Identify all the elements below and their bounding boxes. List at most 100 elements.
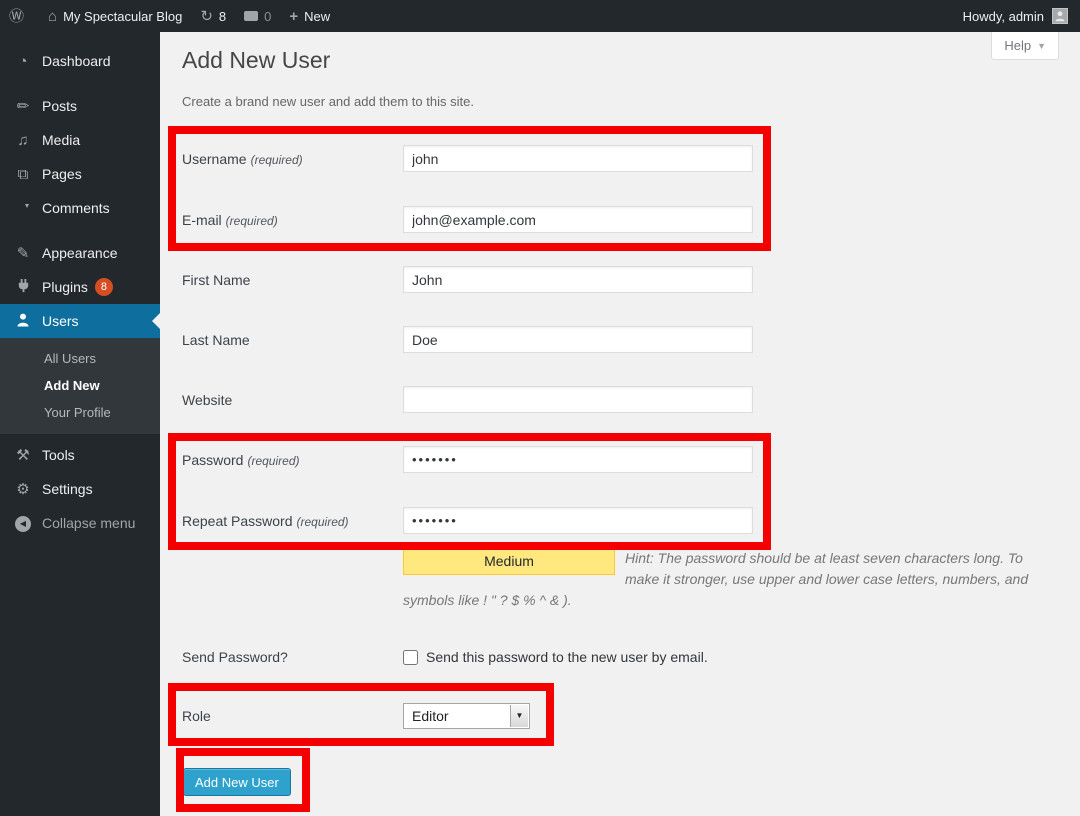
role-row: Role Editor ▼	[182, 702, 530, 729]
comments-link[interactable]: 0	[235, 0, 280, 32]
updates-icon: ↻	[200, 9, 213, 24]
sidebar-item-pages[interactable]: ⧉ Pages	[0, 157, 160, 191]
collapse-menu-label: Collapse menu	[42, 515, 135, 531]
sidebar-item-label: Appearance	[42, 245, 118, 261]
sidebar-item-tools[interactable]: ⚒ Tools	[0, 438, 160, 472]
select-arrow-icon: ▼	[510, 705, 528, 727]
username-row: Username(required)	[182, 145, 753, 172]
last-name-label: Last Name	[182, 332, 403, 348]
add-new-user-button[interactable]: Add New User	[183, 768, 291, 796]
submenu-item-add-new[interactable]: Add New	[0, 372, 160, 399]
sidebar-item-label: Dashboard	[42, 53, 111, 69]
username-input[interactable]	[403, 145, 753, 172]
sidebar-item-label: Users	[42, 313, 79, 329]
username-label: Username(required)	[182, 151, 403, 167]
sidebar-item-appearance[interactable]: ✎ Appearance	[0, 236, 160, 270]
page-title: Add New User	[182, 47, 330, 74]
chevron-down-icon: ▼	[1037, 41, 1046, 51]
comments-count: 0	[264, 9, 271, 24]
dashboard-icon: ◔	[12, 54, 34, 69]
site-name-link[interactable]: ⌂ My Spectacular Blog	[39, 0, 191, 32]
user-avatar[interactable]	[1052, 8, 1068, 24]
first-name-label: First Name	[182, 272, 403, 288]
send-password-row: Send Password? Send this password to the…	[182, 647, 708, 667]
updates-count: 8	[219, 9, 226, 24]
wordpress-logo-icon: Ⓦ	[9, 9, 24, 24]
person-icon	[1054, 10, 1066, 22]
required-note: (required)	[247, 454, 299, 468]
required-note: (required)	[297, 515, 349, 529]
main-content: Help ▼ Add New User Create a brand new u…	[160, 32, 1080, 816]
help-label: Help	[1004, 38, 1031, 53]
plugins-update-badge: 8	[95, 278, 113, 296]
first-name-row: First Name	[182, 266, 753, 293]
role-label: Role	[182, 708, 403, 724]
password-row: Password(required)	[182, 446, 753, 473]
sidebar-item-users[interactable]: Users	[0, 304, 160, 338]
sidebar-item-plugins[interactable]: Plugins 8	[0, 270, 160, 304]
submenu-item-your-profile[interactable]: Your Profile	[0, 399, 160, 426]
media-icon: ♫	[12, 133, 34, 148]
collapse-arrow-icon: ◀	[12, 514, 34, 532]
pages-icon: ⧉	[12, 167, 34, 182]
password-input[interactable]	[403, 446, 753, 473]
sidebar-item-label: Media	[42, 132, 80, 148]
sidebar-item-dashboard[interactable]: ◔ Dashboard	[0, 44, 160, 78]
sidebar-item-settings[interactable]: ⚙ Settings	[0, 472, 160, 506]
sidebar-item-label: Comments	[42, 200, 110, 216]
website-label: Website	[182, 392, 403, 408]
user-icon	[12, 312, 34, 331]
role-select[interactable]: Editor ▼	[403, 703, 530, 729]
new-label: New	[304, 9, 330, 24]
plugin-icon	[12, 278, 34, 296]
required-note: (required)	[251, 153, 303, 167]
first-name-input[interactable]	[403, 266, 753, 293]
sidebar-item-comments[interactable]: Comments	[0, 191, 160, 225]
wordpress-logo-menu[interactable]: Ⓦ	[0, 0, 39, 32]
submenu-item-all-users[interactable]: All Users	[0, 345, 160, 372]
help-button[interactable]: Help ▼	[991, 32, 1059, 60]
repeat-password-input[interactable]	[403, 507, 753, 534]
pushpin-icon: ✏	[12, 99, 34, 114]
sidebar-item-label: Plugins	[42, 279, 88, 295]
sidebar-item-label: Settings	[42, 481, 93, 497]
last-name-input[interactable]	[403, 326, 753, 353]
sidebar-item-label: Posts	[42, 98, 77, 114]
page-subtitle: Create a brand new user and add them to …	[182, 94, 474, 109]
users-submenu: All Users Add New Your Profile	[0, 338, 160, 434]
current-item-arrow	[144, 313, 160, 329]
repeat-password-row: Repeat Password(required)	[182, 507, 753, 534]
wrench-icon: ⚒	[12, 448, 34, 463]
updates-link[interactable]: ↻ 8	[191, 0, 235, 32]
password-strength-area: Medium Hint: The password should be at l…	[403, 548, 1043, 611]
repeat-password-label: Repeat Password(required)	[182, 513, 403, 529]
comments-bubble-icon	[244, 11, 258, 21]
password-strength-meter: Medium	[403, 548, 615, 575]
home-icon: ⌂	[48, 9, 57, 24]
email-row: E-mail(required)	[182, 206, 753, 233]
sidebar-item-label: Tools	[42, 447, 75, 463]
email-label: E-mail(required)	[182, 212, 403, 228]
new-content-menu[interactable]: + New	[280, 0, 339, 32]
brush-icon: ✎	[12, 246, 34, 261]
howdy-account-link[interactable]: Howdy, admin	[963, 9, 1044, 24]
site-name-label: My Spectacular Blog	[63, 9, 182, 24]
sidebar-item-media[interactable]: ♫ Media	[0, 123, 160, 157]
role-selected-value: Editor	[412, 708, 449, 724]
admin-bar: Ⓦ ⌂ My Spectacular Blog ↻ 8 0 + New Howd…	[0, 0, 1080, 32]
admin-sidebar: ◔ Dashboard ✏ Posts ♫ Media ⧉ Pages Comm…	[0, 32, 160, 816]
last-name-row: Last Name	[182, 326, 753, 353]
send-password-label: Send Password?	[182, 649, 403, 665]
plus-icon: +	[289, 9, 298, 24]
sidebar-item-label: Pages	[42, 166, 82, 182]
sidebar-item-posts[interactable]: ✏ Posts	[0, 89, 160, 123]
sliders-icon: ⚙	[12, 482, 34, 497]
password-label: Password(required)	[182, 452, 403, 468]
send-password-checkbox[interactable]	[403, 650, 418, 665]
collapse-menu-button[interactable]: ◀ Collapse menu	[0, 506, 160, 540]
website-row: Website	[182, 386, 753, 413]
send-password-checkbox-label: Send this password to the new user by em…	[426, 649, 708, 665]
website-input[interactable]	[403, 386, 753, 413]
required-note: (required)	[226, 214, 278, 228]
email-input[interactable]	[403, 206, 753, 233]
